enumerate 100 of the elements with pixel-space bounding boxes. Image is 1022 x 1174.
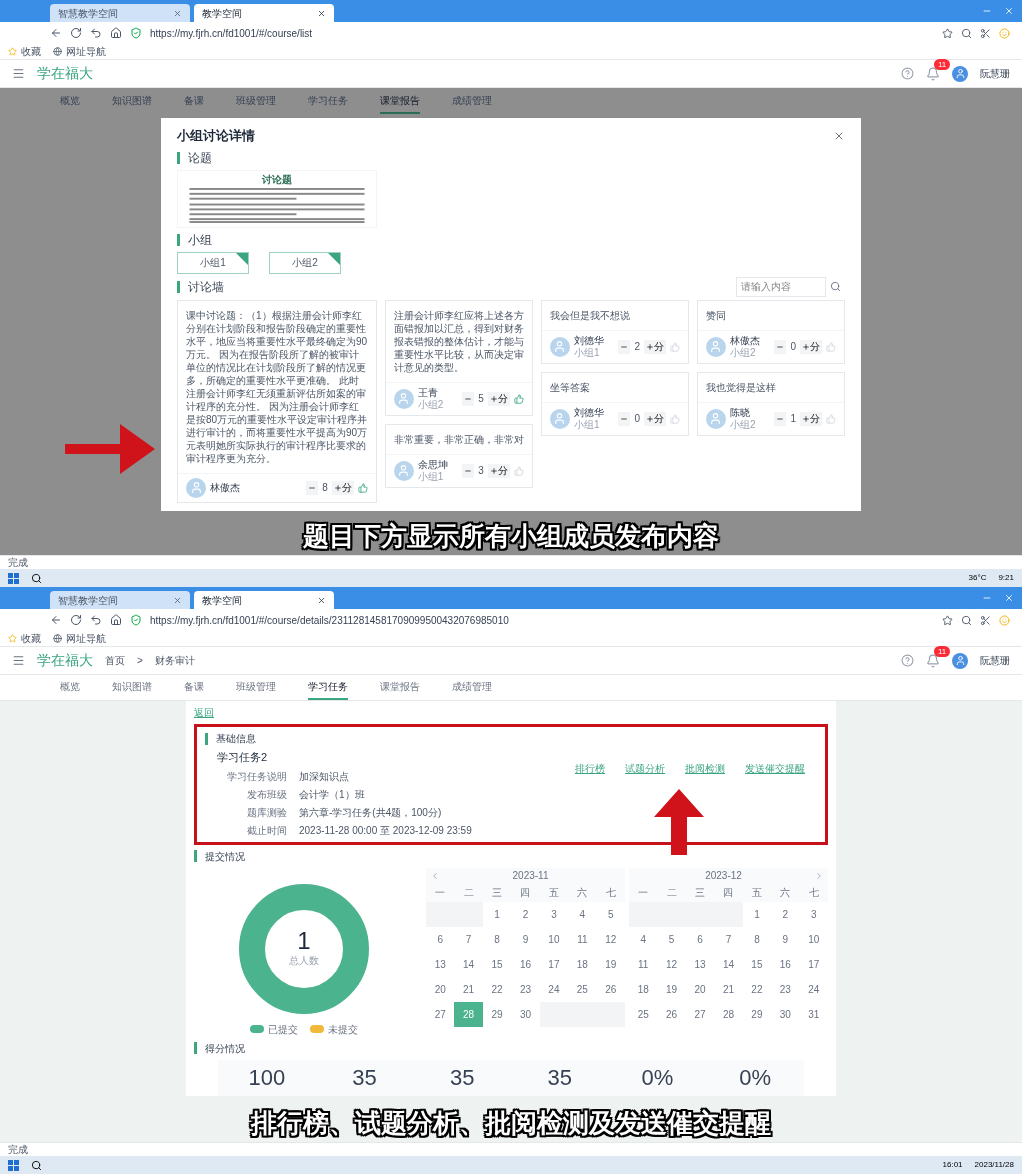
calendar-day[interactable]: 6: [426, 926, 455, 952]
calendar-day[interactable]: 29: [742, 1001, 772, 1027]
search-icon[interactable]: [31, 1159, 42, 1171]
star-icon[interactable]: [942, 27, 953, 39]
back-icon[interactable]: [50, 27, 62, 39]
calendar-day[interactable]: 20: [685, 976, 715, 1002]
calendar-day[interactable]: 28: [714, 1001, 743, 1027]
calendar-day[interactable]: 6: [685, 926, 715, 952]
windows-start-icon[interactable]: [8, 572, 19, 584]
calendar-day[interactable]: 4: [568, 901, 597, 927]
calendar-day[interactable]: 27: [685, 1001, 715, 1027]
calendar-day[interactable]: 18: [568, 951, 597, 977]
minus-button[interactable]: [774, 411, 787, 426]
close-icon[interactable]: [1004, 593, 1014, 603]
calendar-day[interactable]: 10: [539, 926, 569, 952]
bookmark-link[interactable]: 网址导航: [53, 44, 106, 59]
calendar-day[interactable]: 26: [596, 976, 625, 1002]
search-icon[interactable]: [31, 572, 42, 584]
user-avatar[interactable]: [952, 652, 968, 669]
nav-tab[interactable]: 课堂报告: [380, 675, 420, 700]
calendar-day[interactable]: 13: [426, 951, 455, 977]
thumbs-up-icon[interactable]: [669, 413, 680, 424]
thumbs-up-icon[interactable]: [513, 393, 524, 404]
calendar-day[interactable]: 26: [657, 1001, 686, 1027]
calendar-day[interactable]: 8: [482, 926, 512, 952]
close-icon[interactable]: [173, 8, 182, 18]
help-icon[interactable]: [901, 654, 914, 667]
calendar-day[interactable]: 18: [629, 976, 658, 1002]
scissors-icon[interactable]: [980, 27, 991, 39]
calendar-day[interactable]: 17: [539, 951, 569, 977]
windows-start-icon[interactable]: [8, 1159, 19, 1171]
calendar-day[interactable]: 5: [596, 901, 625, 927]
nav-tab[interactable]: 概览: [60, 88, 80, 114]
thumbs-up-icon[interactable]: [513, 465, 524, 476]
calendar-day[interactable]: 31: [799, 1001, 828, 1027]
close-icon[interactable]: [317, 8, 326, 18]
group-tab[interactable]: 小组1: [177, 251, 249, 274]
calendar-day[interactable]: 24: [799, 976, 828, 1002]
action-link[interactable]: 试题分析: [625, 761, 665, 776]
calendar-day[interactable]: 10: [799, 926, 828, 952]
back-link[interactable]: 返回: [194, 705, 828, 720]
help-icon[interactable]: [901, 67, 914, 80]
add-score-button[interactable]: 分: [800, 411, 822, 426]
calendar-day[interactable]: 30: [511, 1001, 540, 1027]
calendar-day[interactable]: 13: [685, 951, 715, 977]
calendar-day[interactable]: 11: [629, 951, 658, 977]
home-icon[interactable]: [110, 614, 122, 626]
calendar-day[interactable]: 25: [568, 976, 597, 1002]
calendar-day[interactable]: 5: [657, 926, 686, 952]
reload-icon[interactable]: [70, 614, 82, 626]
browser-tab[interactable]: 教学空间: [194, 4, 334, 22]
user-name[interactable]: 阮慧珊: [980, 66, 1010, 81]
calendar-day[interactable]: 1: [742, 901, 772, 927]
minus-button[interactable]: [462, 391, 475, 406]
nav-tab[interactable]: 班级管理: [236, 88, 276, 114]
group-tab[interactable]: 小组2: [269, 251, 341, 274]
calendar-day[interactable]: 3: [539, 901, 569, 927]
thumbs-up-icon[interactable]: [826, 341, 836, 352]
calendar-day[interactable]: 16: [511, 951, 540, 977]
add-score-button[interactable]: 分: [643, 411, 666, 426]
action-link[interactable]: 排行榜: [575, 761, 605, 776]
nav-tab[interactable]: 成绩管理: [452, 675, 492, 700]
minus-button[interactable]: [618, 411, 631, 426]
next-month-icon[interactable]: [814, 870, 824, 881]
minus-button[interactable]: [774, 339, 787, 354]
thumbs-up-icon[interactable]: [826, 413, 836, 424]
nav-tab[interactable]: 知识图谱: [112, 675, 152, 700]
action-link[interactable]: 发送催交提醒: [745, 761, 805, 776]
calendar-day[interactable]: 11: [568, 926, 597, 952]
calendar-day[interactable]: 2: [771, 901, 800, 927]
breadcrumb-item[interactable]: 首页: [105, 653, 125, 668]
calendar-day[interactable]: 16: [771, 951, 800, 977]
add-score-button[interactable]: 分: [487, 391, 510, 406]
bookmark-link[interactable]: 网址导航: [53, 631, 106, 646]
bell-icon[interactable]: [926, 66, 940, 81]
calendar-day[interactable]: 24: [539, 976, 569, 1002]
browser-tab[interactable]: 智慧教学空间: [50, 4, 190, 22]
back-icon[interactable]: [50, 614, 62, 626]
calendar-day[interactable]: 25: [629, 1001, 658, 1027]
calendar-day[interactable]: 19: [657, 976, 686, 1002]
close-icon[interactable]: [173, 595, 182, 605]
calendar-day[interactable]: 1: [482, 901, 512, 927]
browser-tab[interactable]: 智慧教学空间: [50, 591, 190, 609]
calendar-day[interactable]: 23: [511, 976, 540, 1002]
nav-tab[interactable]: 班级管理: [236, 675, 276, 700]
star-icon[interactable]: [942, 614, 953, 626]
action-link[interactable]: 批阅检测: [685, 761, 725, 776]
calendar-day[interactable]: 20: [426, 976, 455, 1002]
calendar-day[interactable]: 15: [742, 951, 772, 977]
calendar-day[interactable]: 30: [771, 1001, 800, 1027]
calendar-day[interactable]: 8: [742, 926, 772, 952]
scissors-icon[interactable]: [980, 614, 991, 626]
minus-button[interactable]: [618, 339, 631, 354]
add-score-button[interactable]: 分: [800, 339, 822, 354]
thumbs-up-icon[interactable]: [357, 482, 368, 493]
calendar-day[interactable]: 14: [454, 951, 483, 977]
add-score-button[interactable]: 分: [487, 463, 510, 478]
reload-icon[interactable]: [70, 27, 82, 39]
close-icon[interactable]: [1004, 6, 1014, 16]
calendar-day[interactable]: 27: [426, 1001, 455, 1027]
